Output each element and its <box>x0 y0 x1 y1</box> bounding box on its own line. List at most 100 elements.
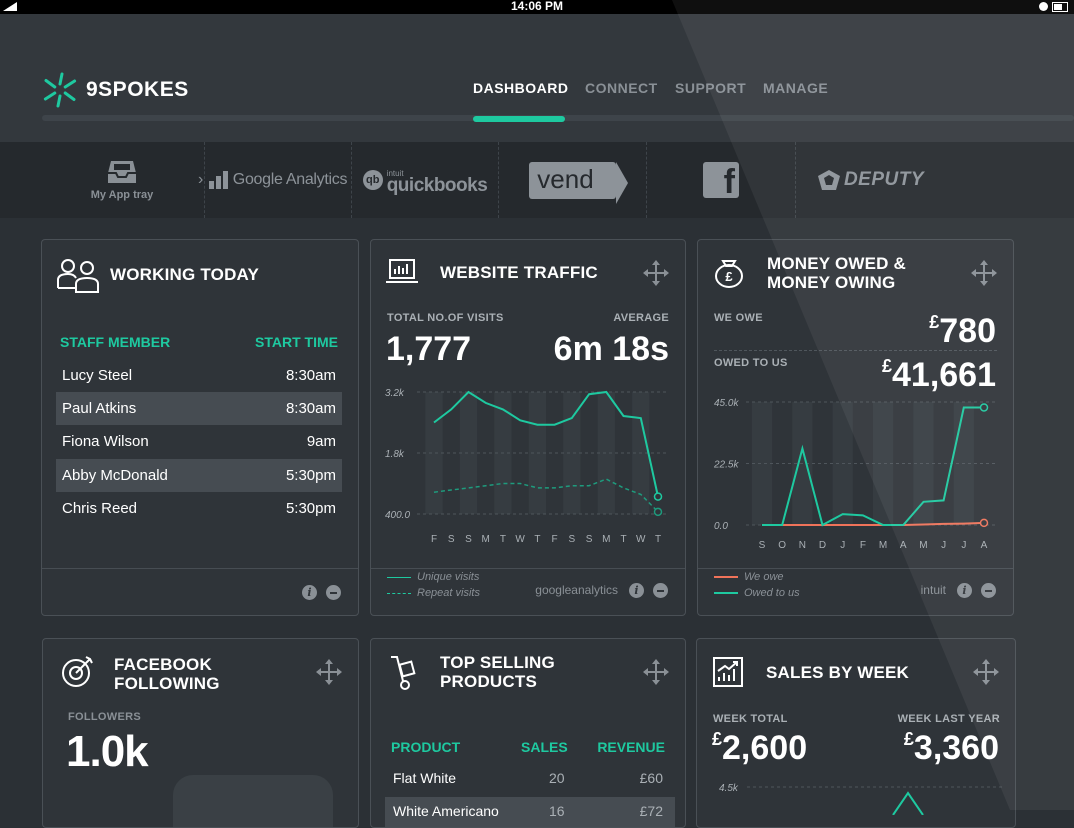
legend-unique: Unique visits <box>387 571 479 583</box>
product-name: White Americano <box>393 803 499 819</box>
move-icon[interactable] <box>643 659 669 685</box>
legend-unique-swatch <box>387 576 411 578</box>
top-selling-title-line2: PRODUCTS <box>440 672 537 691</box>
table-row[interactable]: Flat White 20 £60 <box>385 763 675 793</box>
top-selling-card: TOP SELLING PRODUCTS PRODUCT SALES REVEN… <box>370 638 686 828</box>
svg-text:£: £ <box>725 269 733 284</box>
info-icon[interactable]: i <box>629 583 644 598</box>
owed-to-us-label: OWED TO US <box>714 357 788 369</box>
brand-name: 9SPOKES <box>86 78 189 101</box>
staff-time: 8:30am <box>285 400 336 417</box>
y-tick-label: 45.0k <box>714 398 739 409</box>
legend-owed-label: Owed to us <box>744 587 800 599</box>
facebook-icon: f <box>703 162 739 198</box>
brand-logo[interactable]: 9SPOKES <box>42 70 189 110</box>
my-app-tray[interactable]: My App tray › <box>40 142 205 218</box>
col-product: PRODUCT <box>391 739 461 755</box>
money-owed-title-line2: MONEY OWING <box>767 273 896 292</box>
week-total-label: WEEK TOTAL <box>713 713 788 725</box>
x-tick-label: T <box>655 534 661 545</box>
app-google-analytics[interactable]: Google Analytics <box>205 142 352 218</box>
info-icon[interactable]: i <box>957 583 972 598</box>
status-time: 14:06 PM <box>510 0 564 13</box>
deputy-label: DEPUTY <box>843 169 925 190</box>
app-strip: My App tray › Google Analytics qb intuit… <box>0 142 1074 218</box>
move-icon[interactable] <box>316 659 342 685</box>
move-icon[interactable] <box>643 260 669 286</box>
remove-icon[interactable] <box>326 585 341 600</box>
source-label: intuit <box>920 583 946 597</box>
last-year-label: WEEK LAST YEAR <box>897 713 1000 725</box>
sales-chart: 4.5k <box>719 783 1003 815</box>
x-tick-label: S <box>586 534 593 545</box>
table-row[interactable]: Chris Reed 5:30pm <box>56 492 342 525</box>
table-row[interactable]: Fiona Wilson 9am <box>56 425 342 458</box>
top-selling-title: TOP SELLING PRODUCTS <box>440 653 555 691</box>
hand-truck-icon <box>391 656 416 690</box>
last-year-currency: £ <box>903 729 914 749</box>
chart-column-band <box>425 392 443 514</box>
facebook-title-line2: FOLLOWING <box>114 674 220 693</box>
vend-logo: vend <box>529 161 629 204</box>
target-icon <box>62 656 93 687</box>
staff-time: 9am <box>306 433 336 450</box>
staff-name: Lucy Steel <box>62 367 133 384</box>
last-year-value: £3,360 <box>904 729 999 768</box>
week-total-value: £2,600 <box>712 729 807 768</box>
app-vend[interactable]: vend <box>499 142 647 218</box>
x-tick-label: M <box>602 534 610 545</box>
facebook-watermark <box>173 775 333 827</box>
week-total-amount: 2,600 <box>722 729 808 767</box>
chevron-right-icon[interactable]: › <box>198 171 203 189</box>
product-sales: 20 <box>549 770 565 786</box>
y-tick-label: 22.5k <box>713 460 739 471</box>
deputy-icon <box>817 170 840 190</box>
visits-label: TOTAL NO.OF VISITS <box>387 312 504 324</box>
chart-column-band <box>459 392 478 514</box>
app-tray-label: My App tray <box>90 189 154 201</box>
card-footer: i <box>42 568 358 615</box>
quickbooks-label: quickbooks <box>386 175 488 196</box>
col-staff-member: STAFF MEMBER <box>60 334 171 350</box>
app-facebook[interactable]: f <box>647 142 796 218</box>
y-tick-label: 0.0 <box>714 521 728 532</box>
visits-value: 1,777 <box>386 330 472 368</box>
product-name: Flat White <box>393 770 457 786</box>
remove-icon[interactable] <box>981 583 996 598</box>
facebook-following-card: FACEBOOK FOLLOWING FOLLOWERS 1.0k <box>42 638 359 828</box>
remove-icon[interactable] <box>653 583 668 598</box>
staff-time: 5:30pm <box>285 500 336 517</box>
tab-manage[interactable]: MANAGE <box>763 80 828 96</box>
week-total-currency: £ <box>712 729 723 749</box>
app-deputy[interactable]: DEPUTY <box>796 142 946 218</box>
staff-icon <box>57 259 99 293</box>
tab-support[interactable]: SUPPORT <box>675 80 746 96</box>
x-tick-label: J <box>961 540 966 551</box>
tab-dashboard[interactable]: DASHBOARD <box>473 80 569 96</box>
table-row[interactable]: Abby McDonald 5:30pm <box>56 459 342 492</box>
x-tick-label: N <box>799 540 806 551</box>
table-row[interactable]: Paul Atkins 8:30am <box>56 392 342 425</box>
tab-connect[interactable]: CONNECT <box>585 80 658 96</box>
app-quickbooks[interactable]: qb intuit quickbooks <box>352 142 499 218</box>
owed-to-us-line-endpoint <box>979 403 989 412</box>
product-sales: 16 <box>549 803 565 819</box>
table-row[interactable]: White Americano 16 £72 <box>385 797 675 827</box>
x-tick-label: M <box>919 540 927 551</box>
x-tick-label: S <box>448 534 455 545</box>
product-revenue: £72 <box>639 803 663 819</box>
owed-to-us-amount: 41,661 <box>892 356 996 394</box>
info-icon[interactable]: i <box>302 585 317 600</box>
money-bag-icon: £ <box>715 260 743 288</box>
move-icon[interactable] <box>973 659 999 685</box>
website-traffic-card: WEBSITE TRAFFIC TOTAL NO.OF VISITS 1,777… <box>370 239 686 616</box>
status-bar: 14:06 PM <box>0 0 1074 14</box>
sales-line <box>892 791 924 815</box>
table-row[interactable]: Lucy Steel 8:30am <box>56 359 342 392</box>
we-owe-amount: 780 <box>939 312 996 350</box>
staff-time: 5:30pm <box>285 467 336 484</box>
x-tick-label: O <box>778 540 786 551</box>
move-icon[interactable] <box>971 260 997 286</box>
growth-chart-icon <box>713 657 743 687</box>
money-owed-title-line1: MONEY OWED & <box>767 254 907 273</box>
